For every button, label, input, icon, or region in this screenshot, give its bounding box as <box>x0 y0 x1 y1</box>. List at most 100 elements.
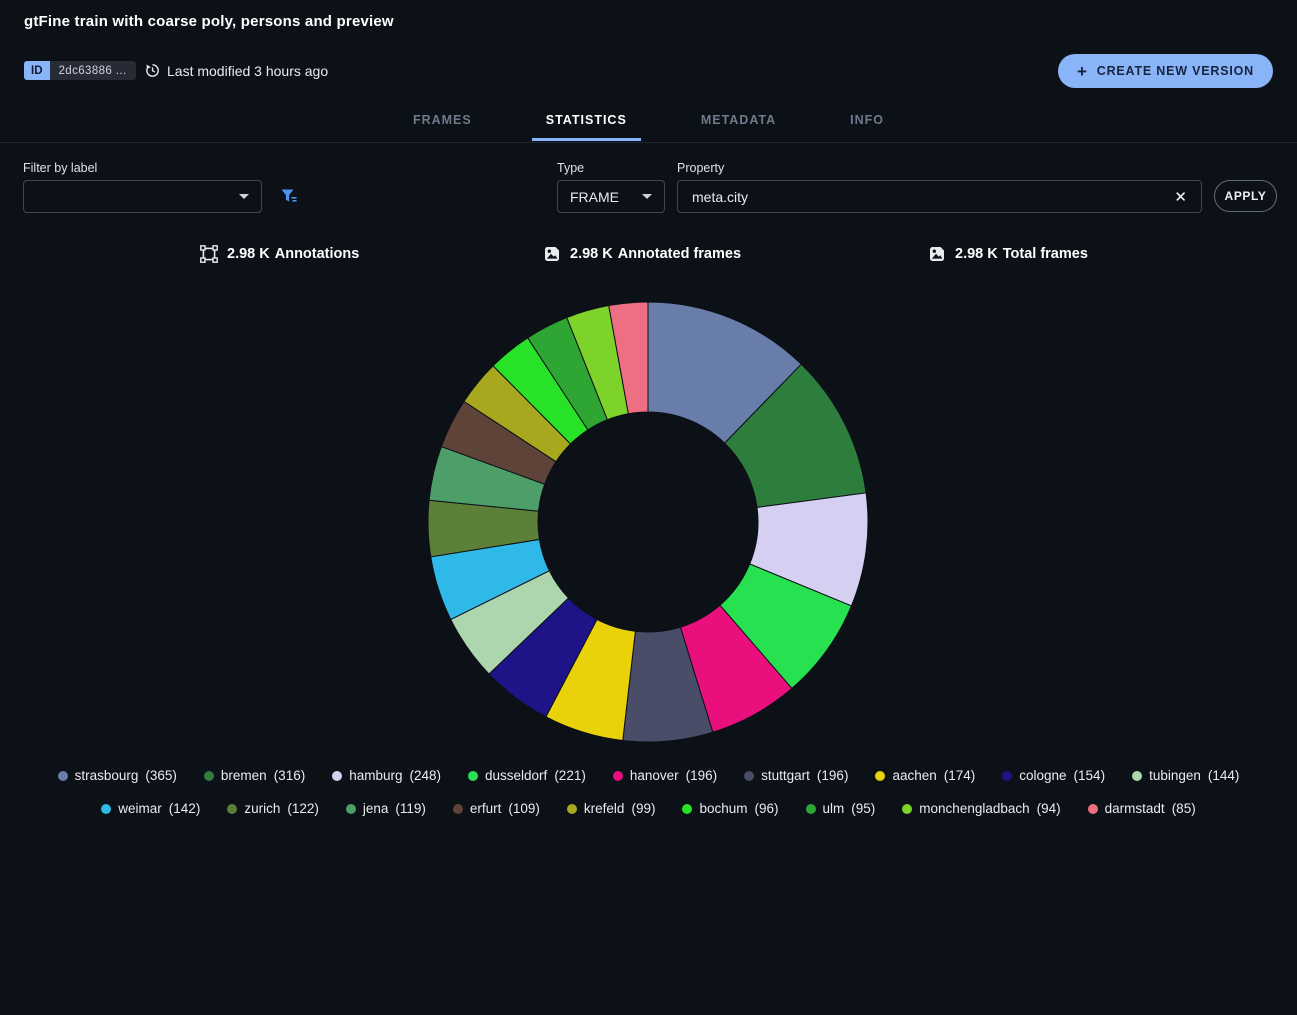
history-icon <box>144 62 161 79</box>
property-input[interactable] <box>692 189 1166 205</box>
legend-count: (142) <box>169 801 201 816</box>
legend-item-krefeld[interactable]: krefeld(99) <box>567 801 656 816</box>
create-new-version-label: CREATE NEW VERSION <box>1097 64 1254 78</box>
page-title: gtFine train with coarse poly, persons a… <box>24 13 394 30</box>
chart-legend-row: weimar (142) zurich (122) jena (119) erfurt (10… <box>0 801 1297 816</box>
stat-label: Total frames <box>1003 246 1088 262</box>
legend-count: (95) <box>851 801 875 816</box>
tab-statistics[interactable]: STATISTICS <box>532 103 641 141</box>
legend-dot <box>682 804 692 814</box>
legend-label: dusseldorf <box>485 768 547 783</box>
tab-bar: FRAMES STATISTICS METADATA INFO <box>0 103 1297 141</box>
legend-item-bremen[interactable]: bremen (316) <box>204 768 305 783</box>
stat-label: Annotated frames <box>618 246 741 262</box>
image-icon <box>543 245 561 263</box>
legend-dot <box>227 804 237 814</box>
clear-icon[interactable]: ✕ <box>1166 188 1187 206</box>
legend-item-zurich[interactable]: zurich (122) <box>227 801 319 816</box>
donut-chart <box>428 302 868 742</box>
legend-count: (154) <box>1074 768 1106 783</box>
legend-label: tubingen <box>1149 768 1201 783</box>
legend-count: (85) <box>1172 801 1196 816</box>
legend-item-hamburg[interactable]: hamburg(248) <box>332 768 441 783</box>
stat-value: 2.98 K <box>570 246 613 262</box>
legend-count: (94) <box>1037 801 1061 816</box>
stat-total-frames: 2.98 K Total frames <box>928 244 1088 264</box>
legend-label: aachen <box>892 768 936 783</box>
id-badge[interactable]: ID 2dc63886 ... <box>24 61 136 80</box>
filter-icon <box>279 186 299 206</box>
legend-label: zurich <box>244 801 280 816</box>
legend-item-darmstadt[interactable]: darmstadt (85) <box>1088 801 1196 816</box>
tab-frames[interactable]: FRAMES <box>399 103 486 141</box>
legend-count: (316) <box>274 768 306 783</box>
apply-button[interactable]: APPLY <box>1214 180 1277 212</box>
chevron-down-icon <box>642 194 652 199</box>
property-inputbox: ✕ <box>677 180 1202 213</box>
id-badge-label: ID <box>24 61 50 80</box>
legend-label: ulm <box>823 801 845 816</box>
filter-button[interactable] <box>279 186 299 206</box>
legend-item-hanover[interactable]: hanover (196) <box>613 768 717 783</box>
legend-item-bochum[interactable]: bochum(96) <box>682 801 778 816</box>
legend-label: jena <box>363 801 389 816</box>
legend-item-stuttgart[interactable]: stuttgart (196) <box>744 768 848 783</box>
legend-label: darmstadt <box>1105 801 1165 816</box>
legend-label: erfurt <box>470 801 502 816</box>
create-new-version-button[interactable]: + CREATE NEW VERSION <box>1058 54 1273 88</box>
property-label: Property <box>677 161 724 175</box>
legend-item-monchengladbach[interactable]: monchengladbach (94) <box>902 801 1060 816</box>
tab-metadata[interactable]: METADATA <box>687 103 790 141</box>
legend-label: bochum <box>699 801 747 816</box>
legend-dot <box>1002 771 1012 781</box>
image-icon <box>928 245 946 263</box>
legend-label: bremen <box>221 768 267 783</box>
legend-dot <box>346 804 356 814</box>
last-modified-text: Last modified 3 hours ago <box>167 63 328 79</box>
legend-label: krefeld <box>584 801 625 816</box>
legend-label: monchengladbach <box>919 801 1029 816</box>
legend-dot <box>1132 771 1142 781</box>
legend-label: hanover <box>630 768 679 783</box>
legend-count: (109) <box>508 801 540 816</box>
legend-label: cologne <box>1019 768 1066 783</box>
legend-count: (221) <box>554 768 586 783</box>
stat-value: 2.98 K <box>955 246 998 262</box>
legend-dot <box>332 771 342 781</box>
legend-dot <box>567 804 577 814</box>
tab-info[interactable]: INFO <box>836 103 898 141</box>
dataset-statistics-page: gtFine train with coarse poly, persons a… <box>0 0 1297 1015</box>
legend-count: (174) <box>944 768 976 783</box>
legend-item-tubingen[interactable]: tubingen (144) <box>1132 768 1239 783</box>
legend-item-strasbourg[interactable]: strasbourg(365) <box>58 768 177 783</box>
legend-dot <box>875 771 885 781</box>
legend-item-dusseldorf[interactable]: dusseldorf (221) <box>468 768 586 783</box>
label-filter-select[interactable] <box>23 180 262 213</box>
legend-count: (196) <box>686 768 718 783</box>
legend-dot <box>468 771 478 781</box>
stat-label: Annotations <box>275 246 360 262</box>
chevron-down-icon <box>239 194 249 199</box>
legend-count: (196) <box>817 768 849 783</box>
legend-dot <box>101 804 111 814</box>
legend-dot <box>1088 804 1098 814</box>
legend-item-cologne[interactable]: cologne (154) <box>1002 768 1105 783</box>
legend-count: (122) <box>287 801 319 816</box>
annotation-icon <box>200 245 218 263</box>
legend-dot <box>902 804 912 814</box>
type-select[interactable]: FRAME <box>557 180 665 213</box>
legend-item-aachen[interactable]: aachen (174) <box>875 768 975 783</box>
legend-item-weimar[interactable]: weimar (142) <box>101 801 200 816</box>
legend-count: (119) <box>395 801 426 816</box>
legend-count: (144) <box>1208 768 1240 783</box>
legend-label: weimar <box>118 801 162 816</box>
legend-label: strasbourg <box>75 768 139 783</box>
legend-dot <box>58 771 68 781</box>
tabs-divider <box>0 142 1297 143</box>
legend-item-ulm[interactable]: ulm (95) <box>806 801 876 816</box>
legend-item-erfurt[interactable]: erfurt (109) <box>453 801 540 816</box>
legend-label: stuttgart <box>761 768 810 783</box>
legend-item-jena[interactable]: jena (119) <box>346 801 426 816</box>
type-label: Type <box>557 161 584 175</box>
legend-dot <box>806 804 816 814</box>
